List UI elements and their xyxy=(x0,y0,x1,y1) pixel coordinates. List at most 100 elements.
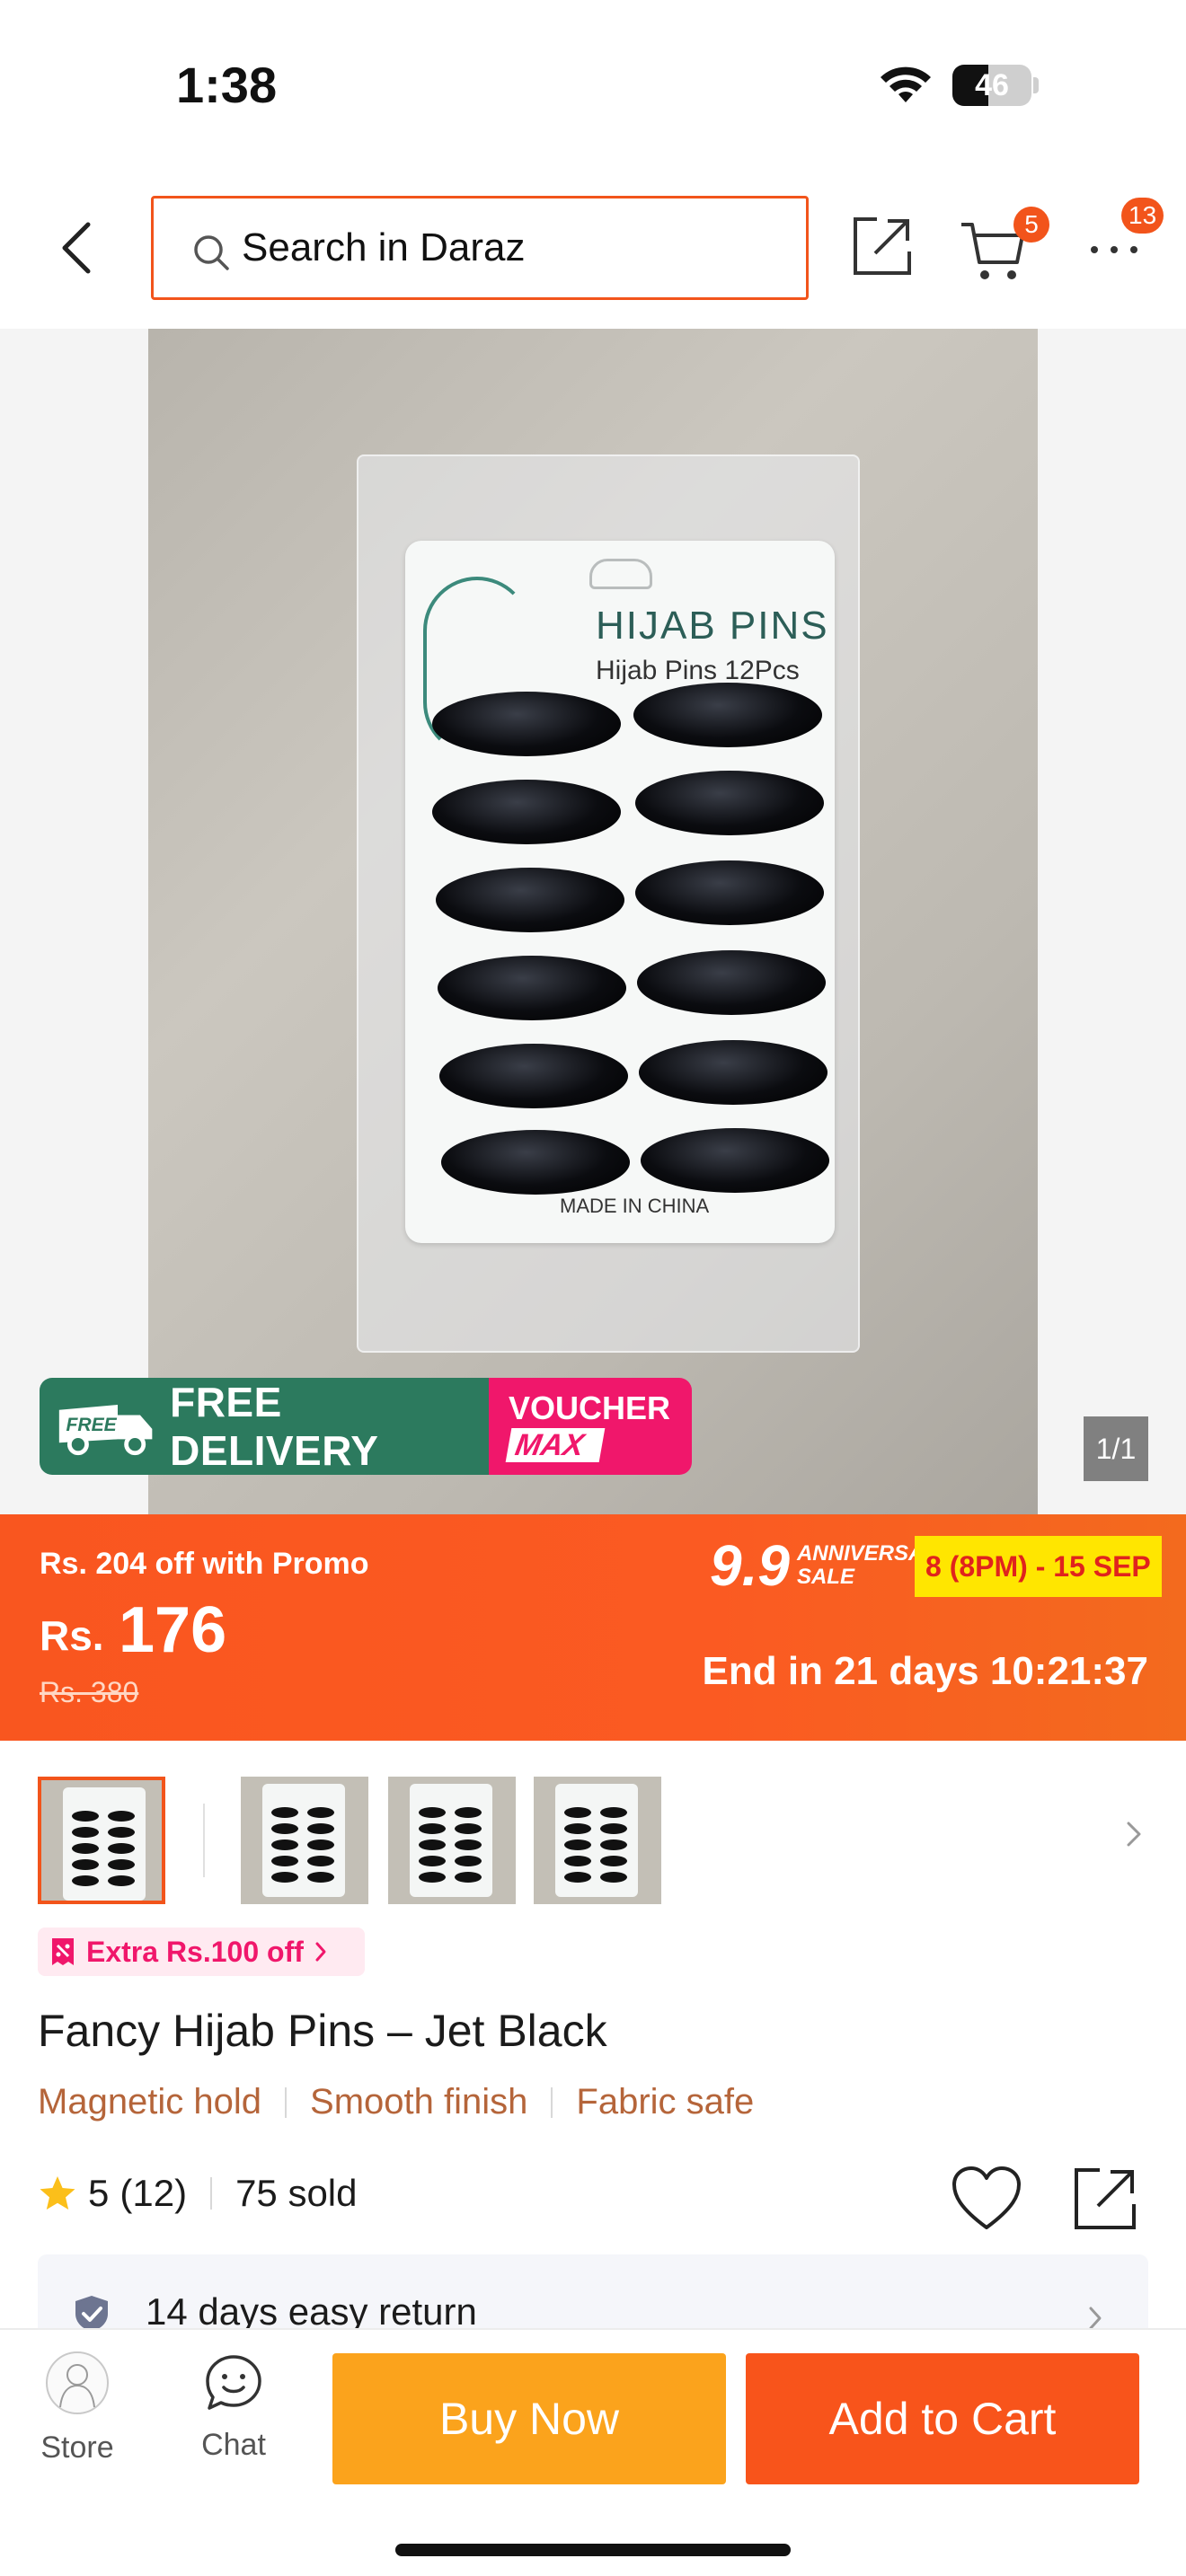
price-banner: Rs. 204 off with Promo Rs. 176 Rs. 380 9… xyxy=(0,1514,1186,1741)
pin-image xyxy=(439,1044,628,1108)
thumbnail-pin xyxy=(271,1807,298,1818)
back-icon[interactable] xyxy=(50,216,104,280)
chat-button[interactable]: Chat xyxy=(183,2351,284,2486)
rating-row[interactable]: 5 (12) 75 sold xyxy=(38,2172,358,2215)
extra-discount-chip[interactable]: Extra Rs.100 off xyxy=(38,1928,365,1976)
thumbnail-item[interactable] xyxy=(534,1777,661,1904)
pin-image xyxy=(441,1130,630,1195)
buy-now-button[interactable]: Buy Now xyxy=(332,2353,726,2484)
add-to-cart-button[interactable]: Add to Cart xyxy=(746,2353,1139,2484)
thumbnail-item[interactable] xyxy=(38,1777,165,1904)
thumbnail-pin xyxy=(307,1807,334,1818)
feature-separator xyxy=(285,2086,288,2118)
thumbnail-strip xyxy=(0,1777,1186,1910)
pin-image xyxy=(635,771,824,835)
thumbnail-pin xyxy=(419,1839,446,1850)
cart-button[interactable]: 5 xyxy=(958,207,1049,296)
search-placeholder: Search in Daraz xyxy=(242,225,526,269)
battery-level: 46 xyxy=(975,68,1009,102)
truck-icon: FREE xyxy=(58,1405,153,1456)
pin-image xyxy=(438,956,626,1020)
rating-count: (12) xyxy=(119,2172,188,2214)
thumbnail-pin xyxy=(72,1843,99,1854)
original-price: Rs. 380 xyxy=(40,1676,139,1708)
thumbnail-pin xyxy=(108,1859,135,1870)
thumbnail-pin xyxy=(271,1839,298,1850)
thumbnail-pin xyxy=(307,1823,334,1834)
wifi-icon xyxy=(881,66,931,102)
cart-badge: 5 xyxy=(1013,207,1049,243)
thumbnail-pin xyxy=(72,1811,99,1822)
rating-value: 5 xyxy=(88,2172,110,2214)
product-gallery[interactable]: HIJAB PINS Hijab Pins 12Pcs MADE IN CHIN… xyxy=(0,329,1186,1514)
store-button[interactable]: Store xyxy=(27,2351,128,2486)
free-delivery-label: FREE DELIVERY xyxy=(170,1379,379,1474)
pin-image xyxy=(641,1128,829,1193)
chat-label: Chat xyxy=(201,2428,266,2462)
free-delivery-voucher-banner: FREE FREE DELIVERY VOUCHER MAX xyxy=(40,1378,692,1475)
thumbnail-pin xyxy=(455,1807,482,1818)
sale-word-2: SALE xyxy=(796,1565,854,1589)
thumbnail-pin xyxy=(419,1872,446,1883)
status-bar: 1:38 46 xyxy=(0,0,1186,171)
thumbnail-pin xyxy=(455,1856,482,1866)
thumbnail-pin xyxy=(307,1872,334,1883)
thumbnail-pin xyxy=(600,1823,627,1834)
current-price: 176 xyxy=(119,1594,227,1666)
battery-tip xyxy=(1033,77,1039,93)
voucher-max-label: MAX xyxy=(505,1428,606,1462)
pin-image xyxy=(432,692,621,756)
package-origin: MADE IN CHINA xyxy=(560,1195,710,1217)
truck-free-label: FREE xyxy=(66,1415,118,1435)
hang-hole xyxy=(589,559,652,589)
thumbnail-pin xyxy=(419,1807,446,1818)
thumbnail-pin xyxy=(108,1843,135,1854)
promo-text: Rs. 204 off with Promo xyxy=(40,1547,369,1581)
thumbnail-pin xyxy=(419,1823,446,1834)
pin-image xyxy=(436,868,624,932)
thumbnail-pin xyxy=(455,1872,482,1883)
store-avatar-icon xyxy=(46,2351,109,2414)
share-icon[interactable] xyxy=(1071,2165,1139,2233)
more-button[interactable]: 13 xyxy=(1078,198,1168,287)
thumbnail-pin xyxy=(455,1839,482,1850)
thumbnail-item[interactable] xyxy=(241,1777,368,1904)
chevron-right-icon[interactable] xyxy=(1121,1816,1146,1852)
feature-tag: Magnetic hold xyxy=(38,2082,262,2122)
bottom-action-bar: Store Chat Buy Now Add to Cart xyxy=(0,2328,1186,2576)
search-icon xyxy=(194,235,229,270)
thumbnail-pin xyxy=(108,1875,135,1886)
image-counter: 1/1 xyxy=(1084,1416,1148,1481)
thumbnail-pin xyxy=(271,1856,298,1866)
voucher-icon xyxy=(52,1938,74,1965)
thumbnail-pin xyxy=(271,1872,298,1883)
thumbnail-pin xyxy=(307,1856,334,1866)
battery-indicator: 46 xyxy=(952,65,1031,106)
thumbnail-divider xyxy=(203,1804,205,1877)
search-input[interactable]: Search in Daraz xyxy=(151,196,809,300)
thumbnail-pin xyxy=(455,1823,482,1834)
heart-icon[interactable] xyxy=(951,2165,1022,2233)
product-photo[interactable]: HIJAB PINS Hijab Pins 12Pcs MADE IN CHIN… xyxy=(148,329,1038,1514)
thumbnail-pin xyxy=(307,1839,334,1850)
thumbnail-pin xyxy=(600,1807,627,1818)
more-icon xyxy=(1091,246,1137,253)
rating-separator xyxy=(210,2177,213,2210)
thumbnail-pin xyxy=(564,1872,591,1883)
return-policy-text: 14 days easy return xyxy=(146,2290,477,2333)
thumbnail-item[interactable] xyxy=(388,1777,516,1904)
pin-image xyxy=(633,683,822,747)
sale-countdown: End in 21 days 10:21:37 xyxy=(702,1649,1148,1693)
thumbnail-pin xyxy=(72,1859,99,1870)
feature-tags: Magnetic hold Smooth finish Fabric safe xyxy=(38,2082,754,2122)
package-subtitle: Hijab Pins 12Pcs xyxy=(596,656,800,685)
package-brand: HIJAB PINS xyxy=(596,604,829,648)
sold-count: 75 sold xyxy=(235,2172,358,2214)
chevron-right-icon xyxy=(315,1942,326,1962)
more-badge: 13 xyxy=(1121,198,1164,234)
pin-image xyxy=(637,950,826,1015)
product-card: HIJAB PINS Hijab Pins 12Pcs MADE IN CHIN… xyxy=(405,541,835,1243)
share-icon[interactable] xyxy=(850,214,915,278)
status-time: 1:38 xyxy=(176,57,278,113)
thumbnail-pin xyxy=(72,1875,99,1886)
